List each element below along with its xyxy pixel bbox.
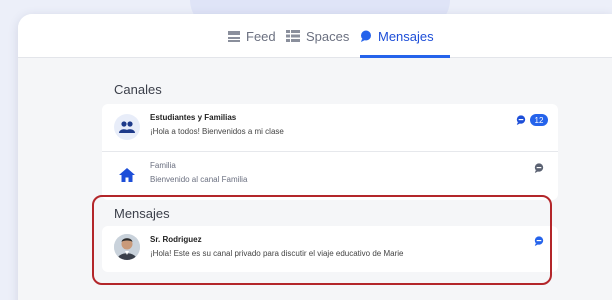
tab-mensajes[interactable]: Mensajes [360,14,434,58]
tab-feed[interactable]: Feed [228,14,276,58]
channel-preview: ¡Hola a todos! Bienvenidos a mi clase [150,127,284,136]
app-window: Feed Spaces Mensajes Canales Estudiantes… [18,14,612,300]
active-tab-indicator [360,55,450,58]
unread-badge: 12 [530,114,548,126]
channels-heading: Canales [114,82,162,97]
house-icon [114,162,140,188]
tab-mensajes-label: Mensajes [378,28,434,44]
tab-feed-label: Feed [246,28,276,44]
chat-icon [534,163,544,173]
spaces-icon [286,30,300,42]
feed-icon [228,30,240,42]
channel-name: Familia [150,161,176,170]
tab-spaces[interactable]: Spaces [286,14,349,58]
channel-row-familia[interactable]: Familia Bienvenido al canal Familia [102,152,558,200]
channel-name: Estudiantes y Familias [150,113,237,122]
chat-bubble-icon [360,30,372,42]
highlight-outline [92,195,552,285]
group-icon [114,114,140,140]
tab-spaces-label: Spaces [306,28,350,44]
top-nav: Feed Spaces Mensajes [18,14,612,58]
chat-icon [516,115,526,125]
channel-preview: Bienvenido al canal Familia [150,175,248,184]
channels-list: Estudiantes y Familias ¡Hola a todos! Bi… [102,104,558,200]
channel-row-estudiantes[interactable]: Estudiantes y Familias ¡Hola a todos! Bi… [102,104,558,152]
